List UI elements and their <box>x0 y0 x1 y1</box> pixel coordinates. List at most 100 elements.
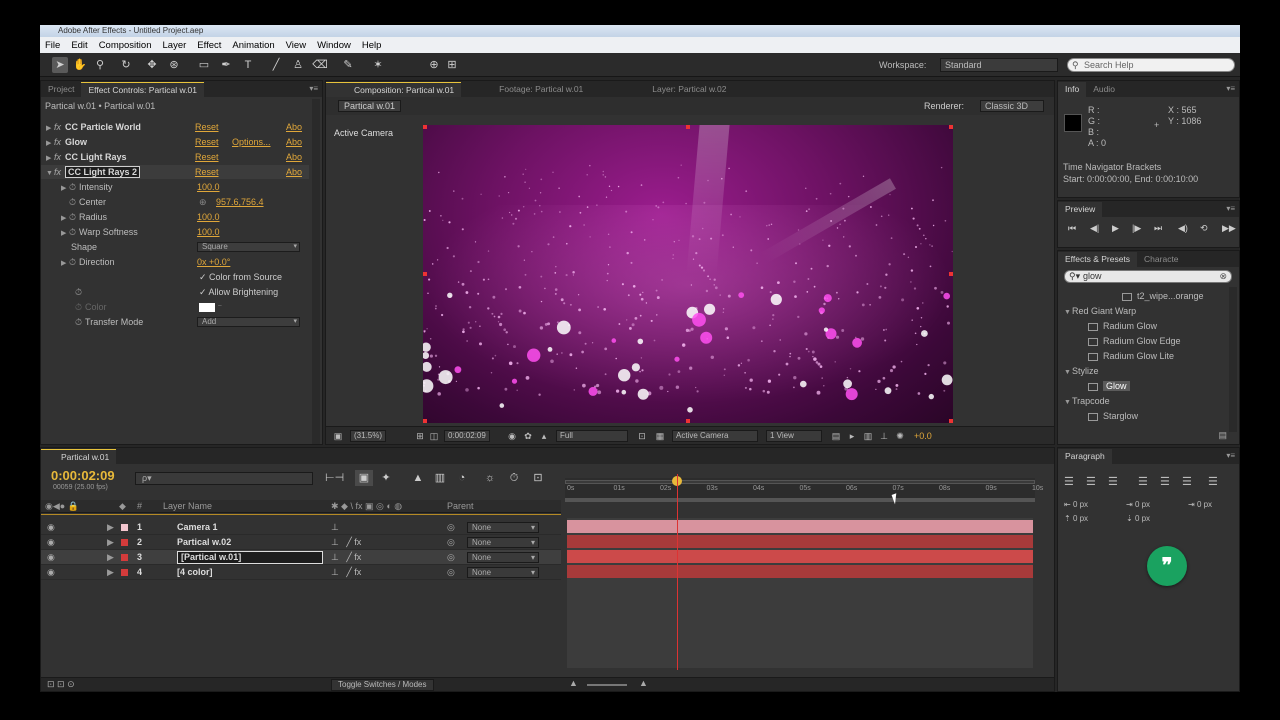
expand-triangle-icon[interactable]: ▶ <box>61 257 69 271</box>
collapse-triangle-icon[interactable]: ▼ <box>1064 395 1072 410</box>
collapse-triangle-icon[interactable]: ▼ <box>1064 305 1072 320</box>
reset-exposure-icon[interactable]: ✺ <box>894 430 906 442</box>
first-line-indent-field[interactable]: ⇥ 0 px <box>1188 500 1212 509</box>
pen-tool-icon[interactable]: ✒ <box>218 57 234 73</box>
parent-dropdown[interactable]: None <box>467 522 539 533</box>
menu-composition[interactable]: Composition <box>99 40 152 51</box>
tab-composition[interactable]: Composition: Partical w.01 <box>326 82 462 97</box>
flowchart-icon[interactable]: ⊥ <box>878 430 890 442</box>
justify-center-icon[interactable]: ☰ <box>1160 475 1170 488</box>
layer-name[interactable]: [4 color] <box>177 565 213 580</box>
pick-whip-icon[interactable]: ◎ <box>447 565 455 580</box>
hide-shy-layers-icon[interactable]: ▲ <box>409 470 427 486</box>
frame-blending-icon[interactable]: ▥ <box>431 470 449 486</box>
menu-layer[interactable]: Layer <box>163 40 187 51</box>
layer-switches[interactable]: ⊥ ╱ fx <box>331 535 361 550</box>
menu-window[interactable]: Window <box>317 40 351 51</box>
about-link[interactable]: Abo <box>286 150 302 164</box>
layer-handle[interactable] <box>949 125 953 129</box>
composition-breadcrumb[interactable]: Partical w.01 <box>338 100 402 112</box>
expand-triangle-icon[interactable]: ▶ <box>61 212 69 226</box>
always-preview-icon[interactable]: ▣ <box>332 430 344 442</box>
camera-view-select[interactable]: Active Camera <box>672 430 758 442</box>
visibility-eye-icon[interactable]: ◉ <box>47 550 55 565</box>
fx-icon[interactable]: fx <box>54 167 61 177</box>
track-area[interactable] <box>567 518 1033 668</box>
hand-tool-icon[interactable]: ✋ <box>72 57 88 73</box>
fx-icon[interactable]: fx <box>54 137 61 147</box>
about-link[interactable]: Abo <box>286 165 302 179</box>
previous-frame-icon[interactable]: ◀| <box>1090 223 1099 234</box>
selection-tool-icon[interactable]: ➤ <box>52 57 68 73</box>
axis-mode-icon[interactable]: ⊕ <box>426 57 442 73</box>
fx-icon[interactable]: fx <box>54 152 61 162</box>
parent-dropdown[interactable]: None <box>467 537 539 548</box>
play-icon[interactable]: ▶ <box>1112 223 1119 234</box>
expand-triangle-icon[interactable]: ▶ <box>107 550 114 565</box>
stopwatch-icon[interactable]: ⏱ <box>69 212 76 222</box>
reset-link[interactable]: Reset <box>195 150 219 164</box>
about-link[interactable]: Abo <box>286 135 302 149</box>
list-item[interactable]: Radium Glow Edge <box>1058 334 1228 349</box>
search-help-input[interactable]: ⚲ Search Help <box>1067 58 1235 72</box>
warp-softness-value[interactable]: 100.0 <box>197 225 220 239</box>
fx-icon[interactable]: fx <box>54 122 61 132</box>
layer-duration-bar[interactable] <box>567 550 1033 563</box>
table-row[interactable]: ◉ ▶ 4 [4 color] ⊥ ╱ fx ◎ None <box>41 565 561 580</box>
list-item[interactable]: Starglow <box>1058 409 1228 424</box>
expand-triangle-icon[interactable]: ▶ <box>107 520 114 535</box>
color-swatch[interactable]: ⁻ <box>199 300 222 314</box>
type-tool-icon[interactable]: T <box>240 57 256 73</box>
list-item[interactable]: ▼Red Giant Warp <box>1058 304 1228 319</box>
radius-value[interactable]: 100.0 <box>197 210 220 224</box>
effects-scrollbar[interactable] <box>1229 287 1237 432</box>
menu-animation[interactable]: Animation <box>232 40 274 51</box>
visibility-eye-icon[interactable]: ◉ <box>47 535 55 550</box>
parent-dropdown[interactable]: None <box>467 567 539 578</box>
renderer-select[interactable]: Classic 3D <box>980 100 1044 112</box>
timeline-search-input[interactable]: ρ▾ <box>135 472 313 485</box>
clone-stamp-tool-icon[interactable]: ♙ <box>290 57 306 73</box>
zoom-slider[interactable] <box>587 684 627 686</box>
tab-info[interactable]: Info <box>1058 82 1087 97</box>
expand-triangle-icon[interactable]: ▶ <box>107 535 114 550</box>
align-right-icon[interactable]: ☰ <box>1108 475 1118 488</box>
panel-menu-icon[interactable]: ▾≡ <box>1226 451 1235 460</box>
layer-duration-bar[interactable] <box>567 535 1033 548</box>
list-item[interactable]: ▼Stylize <box>1058 364 1228 379</box>
time-navigator[interactable] <box>565 480 1035 484</box>
effects-search-input[interactable]: ⚲▾ glow ⊗ <box>1064 270 1232 283</box>
zoom-in-icon[interactable]: ▲ <box>639 678 648 688</box>
center-value[interactable]: 957.6,756.4 <box>216 195 264 209</box>
stopwatch-icon[interactable]: ⏱ <box>69 197 76 207</box>
effect-controls-scrollbar[interactable] <box>312 99 320 444</box>
layer-handle[interactable] <box>423 419 427 423</box>
time-ruler[interactable]: 0s 01s 02s 03s 04s 05s 06s 07s 08s 09s 10s <box>565 478 1043 502</box>
stopwatch-icon[interactable]: ⏱ <box>69 257 76 267</box>
visibility-eye-icon[interactable]: ◉ <box>47 520 55 535</box>
first-frame-icon[interactable]: ⏮ <box>1068 223 1076 234</box>
zoom-tool-icon[interactable]: ⚲ <box>92 57 108 73</box>
expand-triangle-icon[interactable]: ▶ <box>61 227 69 241</box>
expand-triangle-icon[interactable]: ▶ <box>107 565 114 580</box>
audio-icon[interactable]: ◀) <box>1178 223 1188 234</box>
puppet-pin-tool-icon[interactable]: ✶ <box>370 57 386 73</box>
expand-triangle-icon[interactable]: ▶ <box>46 137 54 151</box>
options-link[interactable]: Options... <box>232 135 271 149</box>
tab-character[interactable]: Characte <box>1137 252 1186 267</box>
timeline-current-time[interactable]: 0:00:02:09 <box>51 468 115 483</box>
tab-layer[interactable]: Layer: Partical w.02 <box>590 82 733 97</box>
layer-switches[interactable]: ⊥ <box>331 520 339 535</box>
align-center-icon[interactable]: ☰ <box>1086 475 1096 488</box>
tab-effects-presets[interactable]: Effects & Presets <box>1058 252 1138 267</box>
brainstorm-icon[interactable]: ☼ <box>481 470 499 486</box>
reset-link[interactable]: Reset <box>195 165 219 179</box>
brush-tool-icon[interactable]: ╱ <box>268 57 284 73</box>
tab-preview[interactable]: Preview <box>1058 202 1103 217</box>
fast-preview-icon[interactable]: ▸ <box>846 430 858 442</box>
toggle-pixel-aspect-icon[interactable]: ▤ <box>830 430 842 442</box>
show-channel-icon[interactable]: ✿ <box>522 430 534 442</box>
direction-value[interactable]: 0x +0.0° <box>197 255 230 269</box>
menu-edit[interactable]: Edit <box>71 40 87 51</box>
transparency-grid-icon[interactable]: ▦ <box>654 430 666 442</box>
